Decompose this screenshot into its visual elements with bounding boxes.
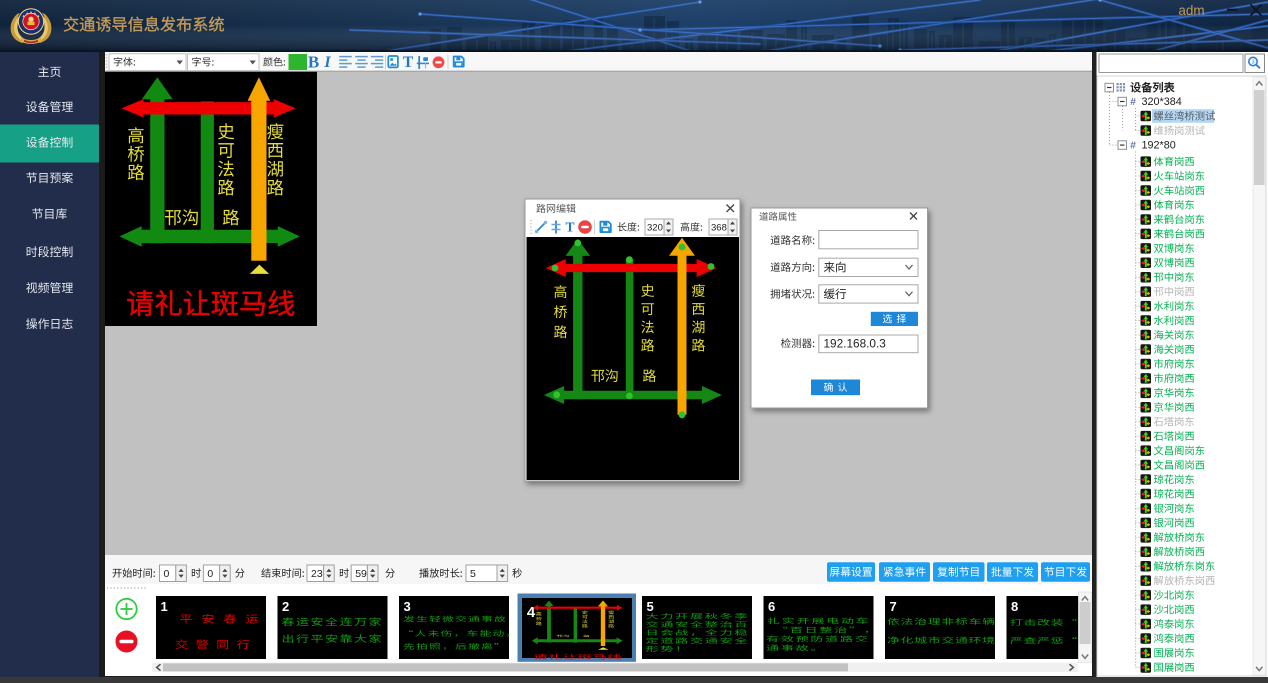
svg-text:3: 3 [404, 599, 411, 614]
svg-text:320: 320 [647, 222, 663, 233]
svg-text:I: I [323, 54, 331, 71]
svg-text:T: T [565, 220, 574, 235]
svg-text:5: 5 [470, 568, 476, 580]
svg-text:6: 6 [768, 599, 775, 614]
svg-text:4: 4 [527, 604, 536, 621]
svg-text:8: 8 [1011, 599, 1018, 614]
svg-text:59: 59 [355, 568, 367, 580]
svg-text:192*80: 192*80 [1142, 140, 1176, 152]
svg-text:#: # [1130, 140, 1136, 152]
svg-text:3: 3 [1251, 59, 1254, 65]
svg-text:23: 23 [311, 568, 323, 580]
svg-text:adm: adm [1178, 3, 1204, 18]
svg-text:T: T [403, 54, 414, 71]
svg-text:368: 368 [711, 222, 727, 233]
svg-text:7: 7 [890, 599, 897, 614]
svg-text:192.168.0.3: 192.168.0.3 [824, 337, 887, 351]
svg-text:B: B [308, 52, 319, 71]
svg-text:0: 0 [164, 568, 170, 580]
svg-text:2: 2 [282, 599, 289, 614]
svg-text:0: 0 [207, 568, 213, 580]
svg-text:1: 1 [161, 599, 168, 614]
svg-text:5: 5 [647, 599, 654, 614]
svg-text:#: # [1130, 96, 1136, 108]
svg-text:320*384: 320*384 [1142, 96, 1182, 108]
